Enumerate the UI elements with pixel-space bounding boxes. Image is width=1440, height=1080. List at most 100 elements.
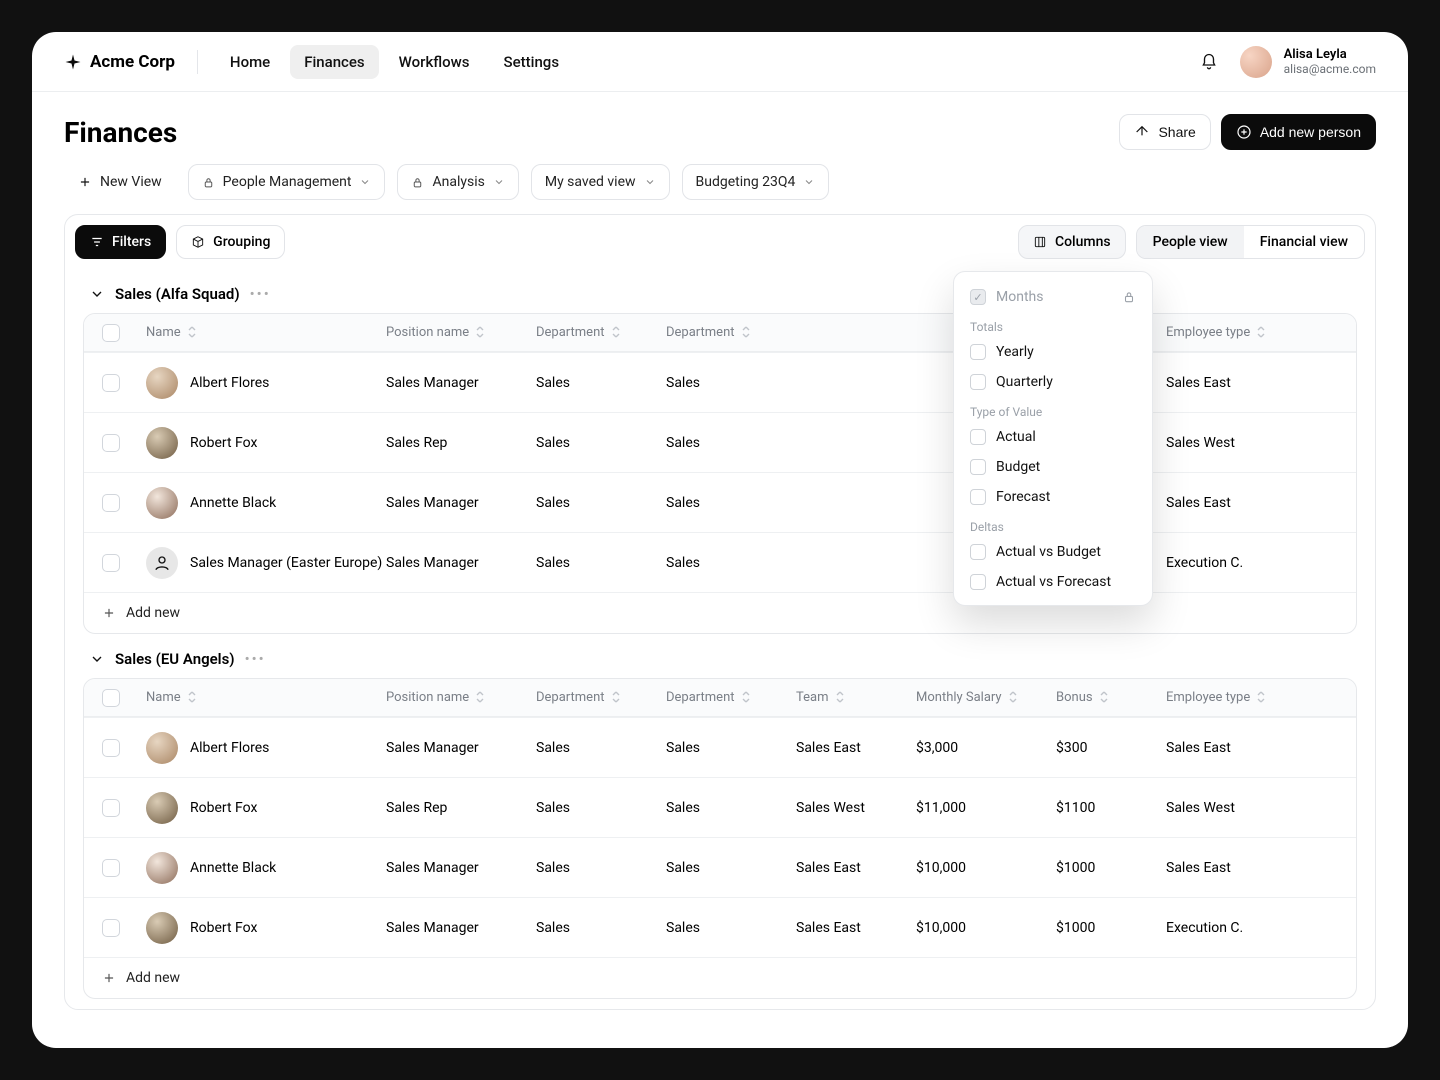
select-all-checkbox[interactable] (102, 689, 120, 707)
view-mode-switch: People view Financial view (1136, 225, 1365, 259)
column-header[interactable]: Department (536, 325, 666, 340)
user-menu[interactable]: Alisa Leyla alisa@acme.com (1240, 46, 1376, 78)
chevron-down-icon (359, 176, 371, 188)
table-header-row: NamePosition nameDepartmentDepartmentTea… (84, 679, 1356, 717)
add-row-button[interactable]: Add new (84, 592, 1356, 633)
cell-position: Sales Manager (386, 920, 536, 936)
app-window: Acme Corp HomeFinancesWorkflowsSettings … (32, 32, 1408, 1048)
chevron-down-icon[interactable] (89, 286, 105, 302)
nav-item-home[interactable]: Home (216, 45, 284, 79)
column-header[interactable]: Position name (386, 325, 536, 340)
grouping-button[interactable]: Grouping (176, 225, 285, 259)
column-header[interactable]: Employee type (1166, 690, 1326, 705)
user-email: alisa@acme.com (1284, 62, 1376, 76)
add-person-button[interactable]: Add new person (1221, 114, 1376, 150)
avatar (146, 367, 178, 399)
more-icon[interactable]: ••• (245, 650, 266, 668)
cell-etype: Execution C. (1166, 555, 1326, 571)
column-header[interactable]: Position name (386, 690, 536, 705)
data-table: NamePosition nameDepartmentDepartmentTea… (83, 313, 1357, 634)
table-row[interactable]: Robert FoxSales ManagerSalesSalesSales E… (84, 897, 1356, 957)
columns-button[interactable]: Columns (1018, 225, 1126, 259)
nav-item-settings[interactable]: Settings (490, 45, 574, 79)
table-header-row: NamePosition nameDepartmentDepartmentTea… (84, 314, 1356, 352)
data-table: NamePosition nameDepartmentDepartmentTea… (83, 678, 1357, 999)
popover-option[interactable]: Yearly (958, 337, 1148, 367)
popover-option[interactable]: Actual (958, 422, 1148, 452)
column-header[interactable]: Name (146, 325, 386, 340)
column-header[interactable]: Monthly Salary (916, 690, 1056, 705)
table-row[interactable]: Albert FloresSales ManagerSalesSalesSale… (84, 717, 1356, 777)
cell-team: Sales East (796, 740, 916, 756)
popover-option[interactable]: Actual vs Budget (958, 537, 1148, 567)
row-checkbox[interactable] (102, 554, 120, 572)
nav-item-finances[interactable]: Finances (290, 45, 378, 79)
cell-etype: Sales West (1166, 800, 1326, 816)
view-tab[interactable]: Analysis (397, 164, 518, 200)
page-title: Finances (64, 116, 177, 149)
cell-salary: $10,000 (916, 920, 1056, 936)
row-checkbox[interactable] (102, 374, 120, 392)
share-button[interactable]: Share (1119, 114, 1210, 150)
lock-icon (411, 176, 424, 189)
sort-icon (187, 326, 197, 340)
column-header[interactable]: Name (146, 690, 386, 705)
row-checkbox[interactable] (102, 739, 120, 757)
column-header[interactable]: Team (796, 690, 916, 705)
popover-option[interactable]: Budget (958, 452, 1148, 482)
avatar (1240, 46, 1272, 78)
bell-icon[interactable] (1200, 53, 1218, 71)
table-row[interactable]: Robert FoxSales RepSalesSalesSales West$… (84, 777, 1356, 837)
cell-dept: Sales (666, 435, 796, 451)
cell-etype: Sales East (1166, 860, 1326, 876)
row-checkbox[interactable] (102, 494, 120, 512)
cell-dept: Sales (536, 860, 666, 876)
row-checkbox[interactable] (102, 799, 120, 817)
people-view-tab[interactable]: People view (1137, 226, 1244, 258)
cell-position: Sales Manager (386, 740, 536, 756)
nav-item-workflows[interactable]: Workflows (385, 45, 484, 79)
table-row[interactable]: Albert FloresSales ManagerSalesSales$300… (84, 352, 1356, 412)
cell-etype: Sales East (1166, 740, 1326, 756)
select-all-checkbox[interactable] (102, 324, 120, 342)
table-row[interactable]: Sales Manager (Easter Europe)Sales Manag… (84, 532, 1356, 592)
chevron-down-icon[interactable] (89, 651, 105, 667)
popover-section-header: Type of Value (958, 397, 1148, 422)
column-header[interactable]: Department (666, 690, 796, 705)
plus-icon (102, 971, 116, 985)
popover-option[interactable]: Actual vs Forecast (958, 567, 1148, 597)
cell-salary: $10,000 (916, 860, 1056, 876)
popover-option[interactable]: Forecast (958, 482, 1148, 512)
filters-button[interactable]: Filters (75, 225, 166, 259)
more-icon[interactable]: ••• (250, 285, 271, 303)
sort-icon (741, 691, 751, 705)
table-row[interactable]: Robert FoxSales RepSalesSales$1100Sales … (84, 412, 1356, 472)
view-tab[interactable]: People Management (188, 164, 386, 200)
cell-name: Albert Flores (190, 740, 269, 756)
view-tab[interactable]: Budgeting 23Q4 (682, 164, 830, 200)
avatar (146, 427, 178, 459)
sort-icon (1008, 691, 1018, 705)
row-checkbox[interactable] (102, 919, 120, 937)
table-row[interactable]: Annette BlackSales ManagerSalesSalesSale… (84, 837, 1356, 897)
column-header[interactable]: Bonus (1056, 690, 1166, 705)
checkbox-icon (970, 289, 986, 305)
view-tab[interactable]: My saved view (531, 164, 670, 200)
column-header[interactable]: Department (536, 690, 666, 705)
new-view-tab[interactable]: New View (64, 164, 176, 200)
column-header[interactable]: Department (666, 325, 796, 340)
plus-icon (102, 606, 116, 620)
cell-team: Sales East (796, 860, 916, 876)
row-checkbox[interactable] (102, 859, 120, 877)
avatar (146, 912, 178, 944)
popover-section-header: Deltas (958, 512, 1148, 537)
row-checkbox[interactable] (102, 434, 120, 452)
add-row-button[interactable]: Add new (84, 957, 1356, 998)
cell-bonus: $300 (1056, 740, 1166, 756)
cell-bonus: $1000 (1056, 860, 1166, 876)
avatar (146, 732, 178, 764)
table-row[interactable]: Annette BlackSales ManagerSalesSales$100… (84, 472, 1356, 532)
financial-view-tab[interactable]: Financial view (1244, 226, 1364, 258)
column-header[interactable]: Employee type (1166, 325, 1326, 340)
popover-option[interactable]: Quarterly (958, 367, 1148, 397)
